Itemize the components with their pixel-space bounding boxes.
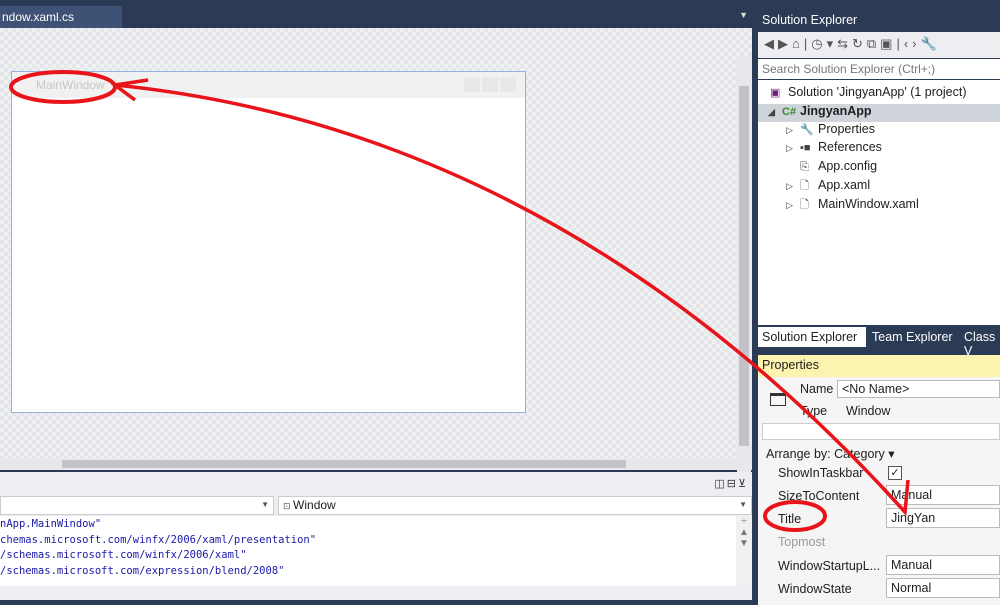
- collapsed-icon: ▷: [786, 200, 793, 210]
- xaml-editor-pane: ◫⊟⊻ ▼ ⊡ Window ▼ nApp.MainWindow" chemas.…: [0, 472, 752, 600]
- sizetocontent-combo[interactable]: Manual: [886, 485, 1000, 505]
- tree-project[interactable]: ◢ C# JingyanApp: [768, 104, 872, 122]
- scroll-thumb[interactable]: [62, 460, 626, 468]
- designer-horizontal-scrollbar[interactable]: [0, 458, 737, 470]
- solution-explorer-toolbar[interactable]: ◀▶⌂|◷▾⇆↻⧉▣|‹›🔧: [758, 32, 1000, 58]
- solution-tree: ▣ Solution 'JingyanApp' (1 project) ◢ C# Ji…: [758, 80, 1000, 325]
- designer-window-preview[interactable]: MainWindow: [11, 71, 526, 413]
- tree-label: App.xaml: [818, 178, 871, 192]
- title-input[interactable]: JingYan: [886, 508, 1000, 528]
- collapsed-icon: ▷: [786, 143, 793, 153]
- type-label: Type: [800, 404, 828, 418]
- tree-item-app-config[interactable]: ⎘ App.config: [786, 159, 877, 177]
- code-line: nApp.MainWindow": [0, 518, 102, 530]
- properties-title: Properties: [758, 355, 1000, 377]
- config-file-icon: ⎘: [800, 161, 809, 173]
- csharp-project-icon: C#: [782, 106, 797, 118]
- collapsed-icon: ▷: [786, 181, 793, 191]
- solution-icon: ▣: [770, 87, 781, 99]
- prop-label-topmost: Topmost: [778, 535, 826, 549]
- name-label: Name: [800, 382, 834, 396]
- chevron-down-icon: ▼: [739, 500, 747, 509]
- tree-label: References: [818, 140, 882, 154]
- tree-label: Properties: [818, 122, 875, 136]
- prop-label-windowstate: WindowState: [778, 582, 852, 596]
- split-view-buttons[interactable]: ◫⊟⊻: [714, 477, 748, 490]
- window-type-icon: [770, 393, 786, 406]
- element-combo[interactable]: ⊡ Window ▼: [278, 496, 752, 515]
- document-tab-bar: ndow.xaml.cs ▼: [0, 0, 752, 28]
- properties-grid: Name <No Name> Type Window Arrange by: C…: [758, 377, 1000, 605]
- element-combo-value: Window: [293, 498, 336, 512]
- name-input[interactable]: <No Name>: [837, 380, 1000, 398]
- expanded-icon: ◢: [768, 107, 775, 117]
- showintaskbar-checkbox[interactable]: ✓: [888, 466, 902, 480]
- xaml-file-icon: 🗋: [800, 199, 809, 211]
- tree-solution[interactable]: ▣ Solution 'JingyanApp' (1 project): [770, 85, 967, 103]
- tree-item-properties[interactable]: ▷ 🔧 Properties: [786, 122, 875, 140]
- references-icon: ▪■: [800, 142, 811, 154]
- windowstartuplocation-combo[interactable]: Manual: [886, 555, 1000, 575]
- maximize-icon: [482, 77, 498, 92]
- tree-label: JingyanApp: [800, 104, 872, 118]
- code-line: /schemas.microsoft.com/expression/blend/…: [0, 564, 285, 577]
- right-tool-panel: Solution Explorer ◀▶⌂|◷▾⇆↻⧉▣|‹›🔧 Search …: [758, 8, 1000, 605]
- tree-item-app-xaml[interactable]: ▷ 🗋 App.xaml: [786, 177, 870, 195]
- arrange-by-dropdown[interactable]: Arrange by: Category ▾: [766, 446, 895, 461]
- tree-item-mainwindow-xaml[interactable]: ▷ 🗋 MainWindow.xaml: [786, 196, 919, 214]
- prop-label-showintaskbar: ShowInTaskbar: [778, 466, 864, 480]
- element-icon: ⊡: [283, 501, 294, 511]
- designer-vertical-scrollbar[interactable]: [737, 56, 751, 486]
- property-search-input[interactable]: [762, 423, 1000, 440]
- tree-label: App.config: [818, 159, 878, 173]
- tab-mainwindow-xaml-cs[interactable]: ndow.xaml.cs: [0, 6, 122, 28]
- panel-tabs: Solution Explorer Team Explorer Class V: [758, 327, 1000, 358]
- tab-team-explorer[interactable]: Team Explorer: [868, 327, 957, 347]
- collapsed-icon: ▷: [786, 125, 793, 135]
- type-value: Window: [846, 404, 891, 418]
- type-combo[interactable]: ▼: [0, 496, 274, 515]
- wrench-icon: 🔧: [800, 124, 814, 136]
- tab-solution-explorer[interactable]: Solution Explorer: [758, 327, 866, 347]
- arrange-by-label: Arrange by: Category: [766, 447, 885, 461]
- code-line: /schemas.microsoft.com/winfx/2006/xaml": [0, 549, 247, 561]
- solution-explorer-title: Solution Explorer: [762, 13, 858, 27]
- tab-class-view[interactable]: Class V: [960, 327, 1000, 358]
- code-editor[interactable]: nApp.MainWindow" chemas.microsoft.com/wi…: [0, 516, 736, 586]
- code-line: chemas.microsoft.com/winfx/2006/xaml/pre…: [0, 533, 317, 546]
- xaml-file-icon: 🗋: [800, 180, 809, 192]
- tab-dropdown-icon[interactable]: ▼: [739, 10, 748, 20]
- prop-label-sizetocontent: SizeToContent: [778, 489, 860, 503]
- chevron-down-icon: ▼: [261, 500, 269, 509]
- tree-label: MainWindow.xaml: [818, 197, 919, 211]
- scroll-thumb[interactable]: [739, 86, 749, 446]
- prop-label-title: Title: [778, 512, 802, 526]
- tree-label: Solution 'JingyanApp' (1 project): [788, 85, 967, 99]
- minimize-icon: [464, 77, 480, 92]
- close-icon: [500, 77, 516, 92]
- prop-label-windowstartuplocation: WindowStartupL...: [778, 559, 881, 573]
- designer-window-title: MainWindow: [12, 72, 525, 98]
- windowstate-combo[interactable]: Normal: [886, 578, 1000, 598]
- code-scrollbar[interactable]: ÷ ▲ ▼: [736, 516, 752, 586]
- xaml-designer[interactable]: MainWindow: [0, 28, 752, 486]
- tree-item-references[interactable]: ▷ ▪■ References: [786, 140, 882, 158]
- solution-search-input[interactable]: Search Solution Explorer (Ctrl+;): [758, 59, 1000, 79]
